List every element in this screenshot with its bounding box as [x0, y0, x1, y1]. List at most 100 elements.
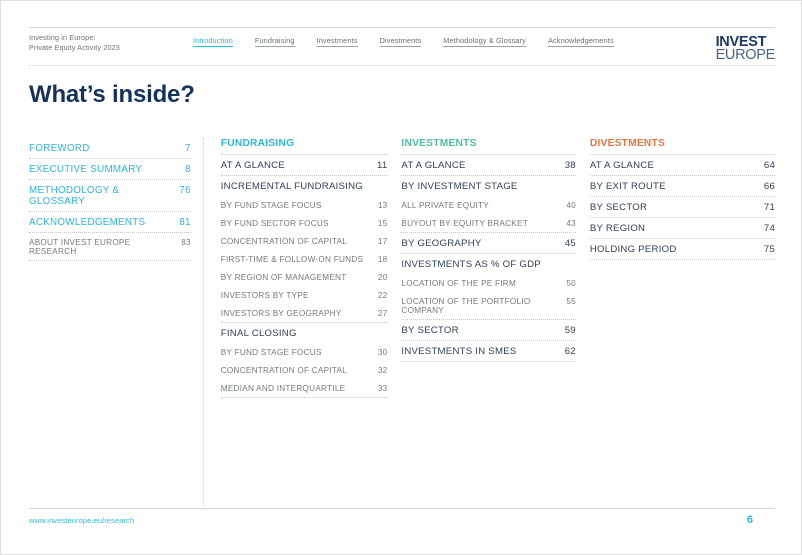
- page-header: Investing in Europe: Private Equity Acti…: [29, 27, 775, 63]
- toc-entry[interactable]: INVESTMENTS IN SMES 62: [401, 340, 576, 361]
- toc-entry-page: 22: [377, 290, 388, 300]
- toc-entry-label: ABOUT INVEST EUROPE RESEARCH: [29, 237, 131, 256]
- toc-entry-page: 17: [377, 236, 388, 246]
- toc-entry-label: BY REGION: [589, 222, 646, 234]
- page-title: What’s inside?: [29, 81, 195, 108]
- toc-entry-label: HOLDING PERIOD: [589, 243, 677, 255]
- toc-entry[interactable]: INCREMENTAL FUNDRAISING: [220, 175, 388, 196]
- toc-entry[interactable]: BY FUND STAGE FOCUS 30: [221, 343, 388, 361]
- toc-entry[interactable]: INVESTORS BY GEOGRAPHY 27: [221, 304, 388, 322]
- toc-entry-page: 33: [377, 383, 388, 393]
- toc-entry-page: 30: [377, 347, 388, 357]
- toc-entry[interactable]: BY FUND SECTOR FOCUS 15: [221, 214, 388, 232]
- toc-entry[interactable]: BY INVESTMENT STAGE: [401, 175, 576, 196]
- toc-entry[interactable]: MEDIAN AND INTERQUARTILE 33: [221, 379, 388, 397]
- toc-entry-page: 50: [566, 278, 576, 288]
- toc-entry[interactable]: BY EXIT ROUTE 66: [589, 175, 775, 196]
- toc-entry-page: 27: [377, 308, 388, 318]
- toc-entry[interactable]: INVESTMENTS AS % OF GDP: [401, 253, 576, 274]
- toc-entry-label: MEDIAN AND INTERQUARTILE: [220, 383, 346, 393]
- toc-entry[interactable]: AT A GLANCE 38: [401, 154, 576, 175]
- toc-entry[interactable]: AT A GLANCE 11: [220, 154, 388, 175]
- toc-entry-label: BY FUND STAGE FOCUS: [220, 200, 322, 210]
- toc-entry[interactable]: FIRST-TIME & FOLLOW-ON FUNDS 18: [221, 250, 388, 268]
- toc-entry-page: 40: [566, 200, 576, 210]
- toc-entry[interactable]: ACKNOWLEDGEMENTS 81: [29, 211, 191, 232]
- page-footer: www.investeurope.eu/research 6: [29, 508, 775, 526]
- toc-entry-page: 15: [377, 218, 388, 228]
- toc-entry-page: 66: [763, 180, 775, 192]
- toc-entry[interactable]: BY SECTOR 59: [401, 319, 576, 340]
- nav-item-introduction[interactable]: Introduction: [193, 36, 233, 47]
- toc-entry-page: 8: [185, 163, 191, 175]
- toc-entry-page: 71: [763, 201, 775, 213]
- contents-columns: FOREWORD 7 EXECUTIVE SUMMARY 8 METHODOLOGY &…: [29, 138, 775, 506]
- toc-entry[interactable]: METHODOLOGY & GLOSSARY 76: [29, 179, 191, 211]
- toc-entry[interactable]: ALL PRIVATE EQUITY 40: [401, 196, 575, 214]
- toc-entry[interactable]: LOCATION OF THE PORTFOLIO COMPANY 55: [401, 292, 575, 319]
- toc-entry-label: CONCENTRATION OF CAPITAL: [220, 365, 348, 375]
- toc-entry[interactable]: BUYOUT BY EQUITY BRACKET 43: [401, 214, 575, 232]
- toc-entry[interactable]: BY GEOGRAPHY 45: [401, 232, 576, 253]
- toc-entry-label: BY REGION OF MANAGEMENT: [220, 272, 347, 282]
- toc-entry[interactable]: BY REGION 74: [589, 217, 775, 238]
- toc-entry[interactable]: INVESTORS BY TYPE 22: [221, 286, 388, 304]
- toc-entry-page: 74: [763, 222, 775, 234]
- contents-column-divestments: DIVESTMENTS AT A GLANCE 64 BY EXIT ROUTE 66 B…: [589, 138, 775, 506]
- nav-item-investments[interactable]: Investments: [316, 36, 358, 47]
- column-bottom-rule: [220, 397, 388, 398]
- toc-entry-label: INVESTMENTS IN SMES: [401, 345, 517, 357]
- toc-entry-label: AT A GLANCE: [220, 159, 286, 171]
- toc-entry[interactable]: LOCATION OF THE PE FIRM 50: [401, 274, 575, 292]
- toc-entry[interactable]: EXECUTIVE SUMMARY 8: [29, 158, 191, 179]
- toc-entry-label: BY SECTOR: [401, 324, 459, 336]
- toc-entry-label: INVESTMENTS AS % OF GDP: [401, 258, 541, 270]
- toc-entry[interactable]: FOREWORD 7: [29, 138, 191, 158]
- toc-entry-page: 18: [377, 254, 388, 264]
- column-bottom-rule: [401, 361, 576, 362]
- toc-entry-label: BY EXIT ROUTE: [589, 180, 666, 192]
- toc-entry[interactable]: CONCENTRATION OF CAPITAL 32: [221, 361, 388, 379]
- toc-entry[interactable]: ABOUT INVEST EUROPE RESEARCH 83: [29, 232, 191, 260]
- nav-item-methodology-glossary[interactable]: Methodology & Glossary: [443, 36, 526, 47]
- toc-entry-label: INVESTORS BY GEOGRAPHY: [220, 308, 342, 318]
- toc-entry-label: BUYOUT BY EQUITY BRACKET: [401, 218, 528, 228]
- nav-item-fundraising[interactable]: Fundraising: [254, 36, 295, 47]
- toc-entry-label: FOREWORD: [29, 142, 90, 154]
- toc-entry[interactable]: BY SECTOR 71: [589, 196, 775, 217]
- toc-entry-label: ALL PRIVATE EQUITY: [401, 200, 490, 210]
- toc-entry[interactable]: BY REGION OF MANAGEMENT 20: [221, 268, 388, 286]
- toc-entry-label: FINAL CLOSING: [220, 327, 297, 339]
- document-page: Investing in Europe: Private Equity Acti…: [0, 0, 802, 555]
- toc-entry-label: BY INVESTMENT STAGE: [401, 180, 518, 192]
- toc-entry[interactable]: BY FUND STAGE FOCUS 13: [221, 196, 388, 214]
- toc-entry-label: INCREMENTAL FUNDRAISING: [220, 180, 363, 192]
- toc-entry-label: EXECUTIVE SUMMARY: [29, 163, 143, 175]
- column-divider: [202, 138, 204, 506]
- contents-column-fundraising: FUNDRAISING AT A GLANCE 11 INCREMENTAL FUND…: [220, 138, 402, 506]
- toc-entry-label: BY FUND SECTOR FOCUS: [220, 218, 329, 228]
- document-title: Investing in Europe: Private Equity Acti…: [29, 33, 120, 52]
- column-heading-divestments: DIVESTMENTS: [589, 138, 666, 149]
- nav-item-divestments[interactable]: Divestments: [379, 36, 422, 47]
- toc-entry-page: 43: [566, 218, 576, 228]
- toc-entry[interactable]: HOLDING PERIOD 75: [589, 238, 775, 259]
- toc-entry-page: 45: [564, 237, 576, 249]
- toc-entry[interactable]: AT A GLANCE 64: [589, 154, 775, 175]
- toc-entry-page: 13: [377, 200, 388, 210]
- toc-entry-page: 20: [377, 272, 388, 282]
- toc-entry-label: AT A GLANCE: [401, 159, 466, 171]
- header-divider: [29, 65, 775, 66]
- toc-entry-page: 55: [566, 296, 576, 306]
- toc-entry[interactable]: FINAL CLOSING: [220, 322, 388, 343]
- toc-entry[interactable]: CONCENTRATION OF CAPITAL 17: [221, 232, 388, 250]
- toc-entry-label: INVESTORS BY TYPE: [220, 290, 309, 300]
- toc-entry-page: 38: [564, 159, 576, 171]
- toc-entry-page: 76: [179, 184, 191, 196]
- toc-entry-label: CONCENTRATION OF CAPITAL: [220, 236, 348, 246]
- footer-website-link[interactable]: www.investeurope.eu/research: [29, 516, 134, 525]
- column-bottom-rule: [589, 259, 775, 260]
- section-nav: Introduction Fundraising Investments Divest…: [193, 36, 636, 47]
- nav-item-acknowledgements[interactable]: Acknowledgements: [547, 36, 614, 47]
- invest-europe-logo: INVEST EUROPE: [716, 35, 776, 63]
